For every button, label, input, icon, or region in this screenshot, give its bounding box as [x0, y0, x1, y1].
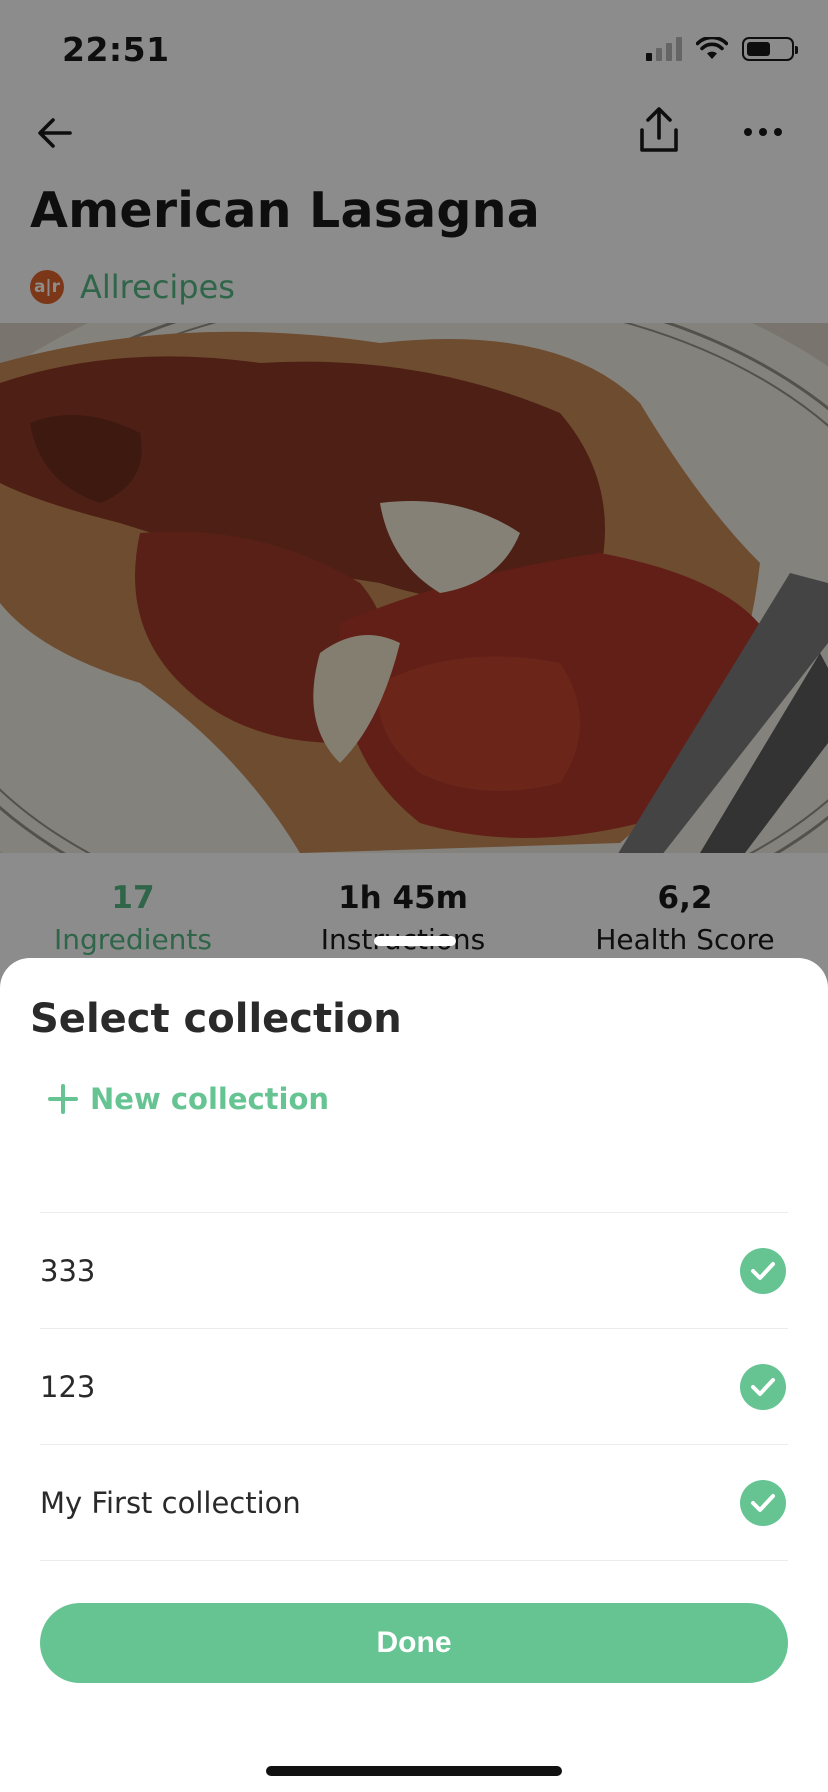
done-button[interactable]: Done [40, 1603, 788, 1683]
check-icon[interactable] [740, 1479, 786, 1526]
home-indicator [266, 1766, 562, 1776]
sheet-grabber[interactable] [374, 936, 456, 946]
sheet-title: Select collection [30, 996, 402, 1042]
collection-name: 123 [40, 1369, 96, 1404]
collection-name: My First collection [40, 1485, 301, 1520]
check-icon[interactable] [740, 1363, 786, 1410]
collection-item[interactable]: 123 [40, 1329, 788, 1445]
check-icon[interactable] [740, 1247, 786, 1294]
collection-item[interactable]: My First collection [40, 1445, 788, 1561]
recipe-screen: 22:51 American Lasagna a|r Allrecipes 17… [0, 0, 828, 1792]
select-collection-sheet: Select collection New collection 333 123… [0, 958, 828, 1792]
collection-item[interactable]: 333 [40, 1213, 788, 1329]
new-collection-label: New collection [90, 1082, 330, 1116]
new-collection-button[interactable]: New collection [48, 1082, 329, 1116]
collection-name: 333 [40, 1253, 96, 1288]
collection-list: 333 123 My First collection [40, 1212, 788, 1561]
plus-icon [48, 1084, 78, 1114]
